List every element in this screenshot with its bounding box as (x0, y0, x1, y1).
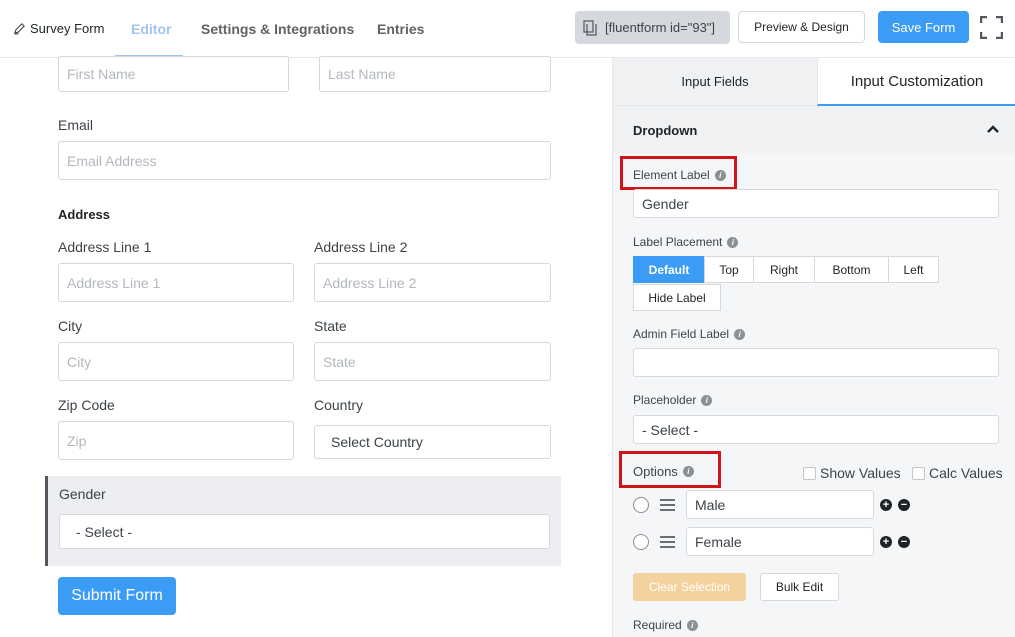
show-values-text: Show Values (820, 465, 901, 481)
tab-input-customization[interactable]: Input Customization (817, 58, 1015, 106)
options-label-text: Options (633, 464, 678, 479)
tab-entries[interactable]: Entries (377, 21, 424, 37)
required-label: Required i (633, 618, 698, 632)
chevron-up-icon (987, 125, 999, 133)
placement-top[interactable]: Top (704, 256, 754, 283)
add-option-icon[interactable]: + (880, 499, 892, 511)
info-icon: i (727, 236, 739, 248)
address-line1-field[interactable]: Address Line 1 (58, 263, 294, 302)
placement-left[interactable]: Left (888, 256, 939, 283)
city-field[interactable]: City (58, 342, 294, 381)
info-icon: i (686, 619, 698, 631)
info-icon: i (701, 394, 713, 406)
element-label-input[interactable]: Gender (633, 189, 999, 218)
placement-hide-label[interactable]: Hide Label (633, 284, 721, 311)
top-bar: Survey Form Editor Settings & Integratio… (0, 0, 1015, 58)
label-placement-label: Label Placement i (633, 235, 739, 249)
address-line2-label: Address Line 2 (314, 239, 408, 255)
admin-field-input[interactable] (633, 348, 999, 377)
preview-design-button[interactable]: Preview & Design (738, 11, 865, 43)
tab-input-fields[interactable]: Input Fields (613, 58, 817, 106)
address-label: Address (58, 207, 111, 222)
tab-editor[interactable]: Editor (131, 21, 171, 37)
gender-select[interactable]: - Select - (59, 514, 550, 549)
form-canvas: First Name Last Name Email Email Address… (0, 56, 612, 637)
drag-handle-icon[interactable] (660, 536, 675, 548)
placeholder-input[interactable]: - Select - (633, 415, 999, 444)
gender-label: Gender (59, 486, 106, 502)
drag-handle-icon[interactable] (660, 499, 675, 511)
option-input-2[interactable]: Female (686, 527, 874, 556)
copy-icon (583, 19, 597, 36)
option-radio-2[interactable] (633, 534, 649, 550)
address-line2-field[interactable]: Address Line 2 (314, 263, 551, 302)
last-name-field[interactable]: Last Name (319, 56, 551, 92)
checkbox-icon (912, 466, 925, 480)
option-input-1[interactable]: Male (686, 490, 874, 519)
section-title: Dropdown (633, 123, 698, 138)
calc-values-text: Calc Values (929, 465, 1003, 481)
checkbox-icon (803, 466, 816, 480)
admin-field-label: Admin Field Label i (633, 327, 746, 341)
element-label-label: Element Label i (633, 168, 726, 182)
pencil-icon (14, 23, 25, 35)
info-icon: i (682, 466, 694, 477)
settings-panel: Input Fields Input Customization Dropdow… (612, 58, 1015, 637)
option-radio-1[interactable] (633, 497, 649, 513)
placement-bottom[interactable]: Bottom (814, 256, 889, 283)
remove-option-icon[interactable]: − (898, 499, 910, 511)
state-field[interactable]: State (314, 342, 551, 381)
save-form-button[interactable]: Save Form (878, 11, 969, 43)
country-select[interactable]: Select Country (314, 425, 551, 459)
submit-form-button[interactable]: Submit Form (58, 577, 176, 615)
form-title-text: Survey Form (30, 21, 105, 36)
first-name-field[interactable]: First Name (58, 56, 289, 92)
remove-option-icon[interactable]: − (898, 536, 910, 548)
placeholder-label-text: Placeholder (633, 393, 697, 407)
placement-right[interactable]: Right (753, 256, 815, 283)
label-placement-text: Label Placement (633, 235, 723, 249)
fullscreen-icon[interactable] (980, 16, 1003, 39)
info-icon: i (734, 328, 746, 340)
shortcode-text: [fluentform id="93"] (605, 20, 716, 35)
show-values-checkbox[interactable]: Show Values (803, 465, 901, 481)
zip-code-label: Zip Code (58, 397, 115, 413)
required-label-text: Required (633, 618, 682, 632)
shortcode-copy[interactable]: [fluentform id="93"] (575, 11, 730, 44)
address-line1-label: Address Line 1 (58, 239, 152, 255)
add-option-icon[interactable]: + (880, 536, 892, 548)
info-icon: i (714, 169, 726, 181)
form-title[interactable]: Survey Form (13, 21, 104, 36)
city-label: City (58, 318, 83, 334)
country-label: Country (314, 397, 364, 413)
bulk-edit-button[interactable]: Bulk Edit (760, 573, 839, 601)
tab-settings-integrations[interactable]: Settings & Integrations (201, 21, 354, 37)
placeholder-label: Placeholder i (633, 393, 713, 407)
email-field[interactable]: Email Address (58, 141, 551, 180)
admin-field-label-text: Admin Field Label (633, 327, 730, 341)
placement-default[interactable]: Default (633, 256, 705, 283)
clear-selection-button[interactable]: Clear Selection (633, 573, 746, 601)
gender-field-block[interactable]: Gender - Select - (45, 476, 561, 566)
element-label-text: Element Label (633, 168, 710, 182)
options-label: Options i (633, 464, 694, 479)
dropdown-section-header[interactable]: Dropdown (613, 106, 1015, 153)
state-label: State (314, 318, 347, 334)
calc-values-checkbox[interactable]: Calc Values (912, 465, 1003, 481)
zip-code-field[interactable]: Zip (58, 421, 294, 460)
email-label: Email (58, 117, 94, 133)
